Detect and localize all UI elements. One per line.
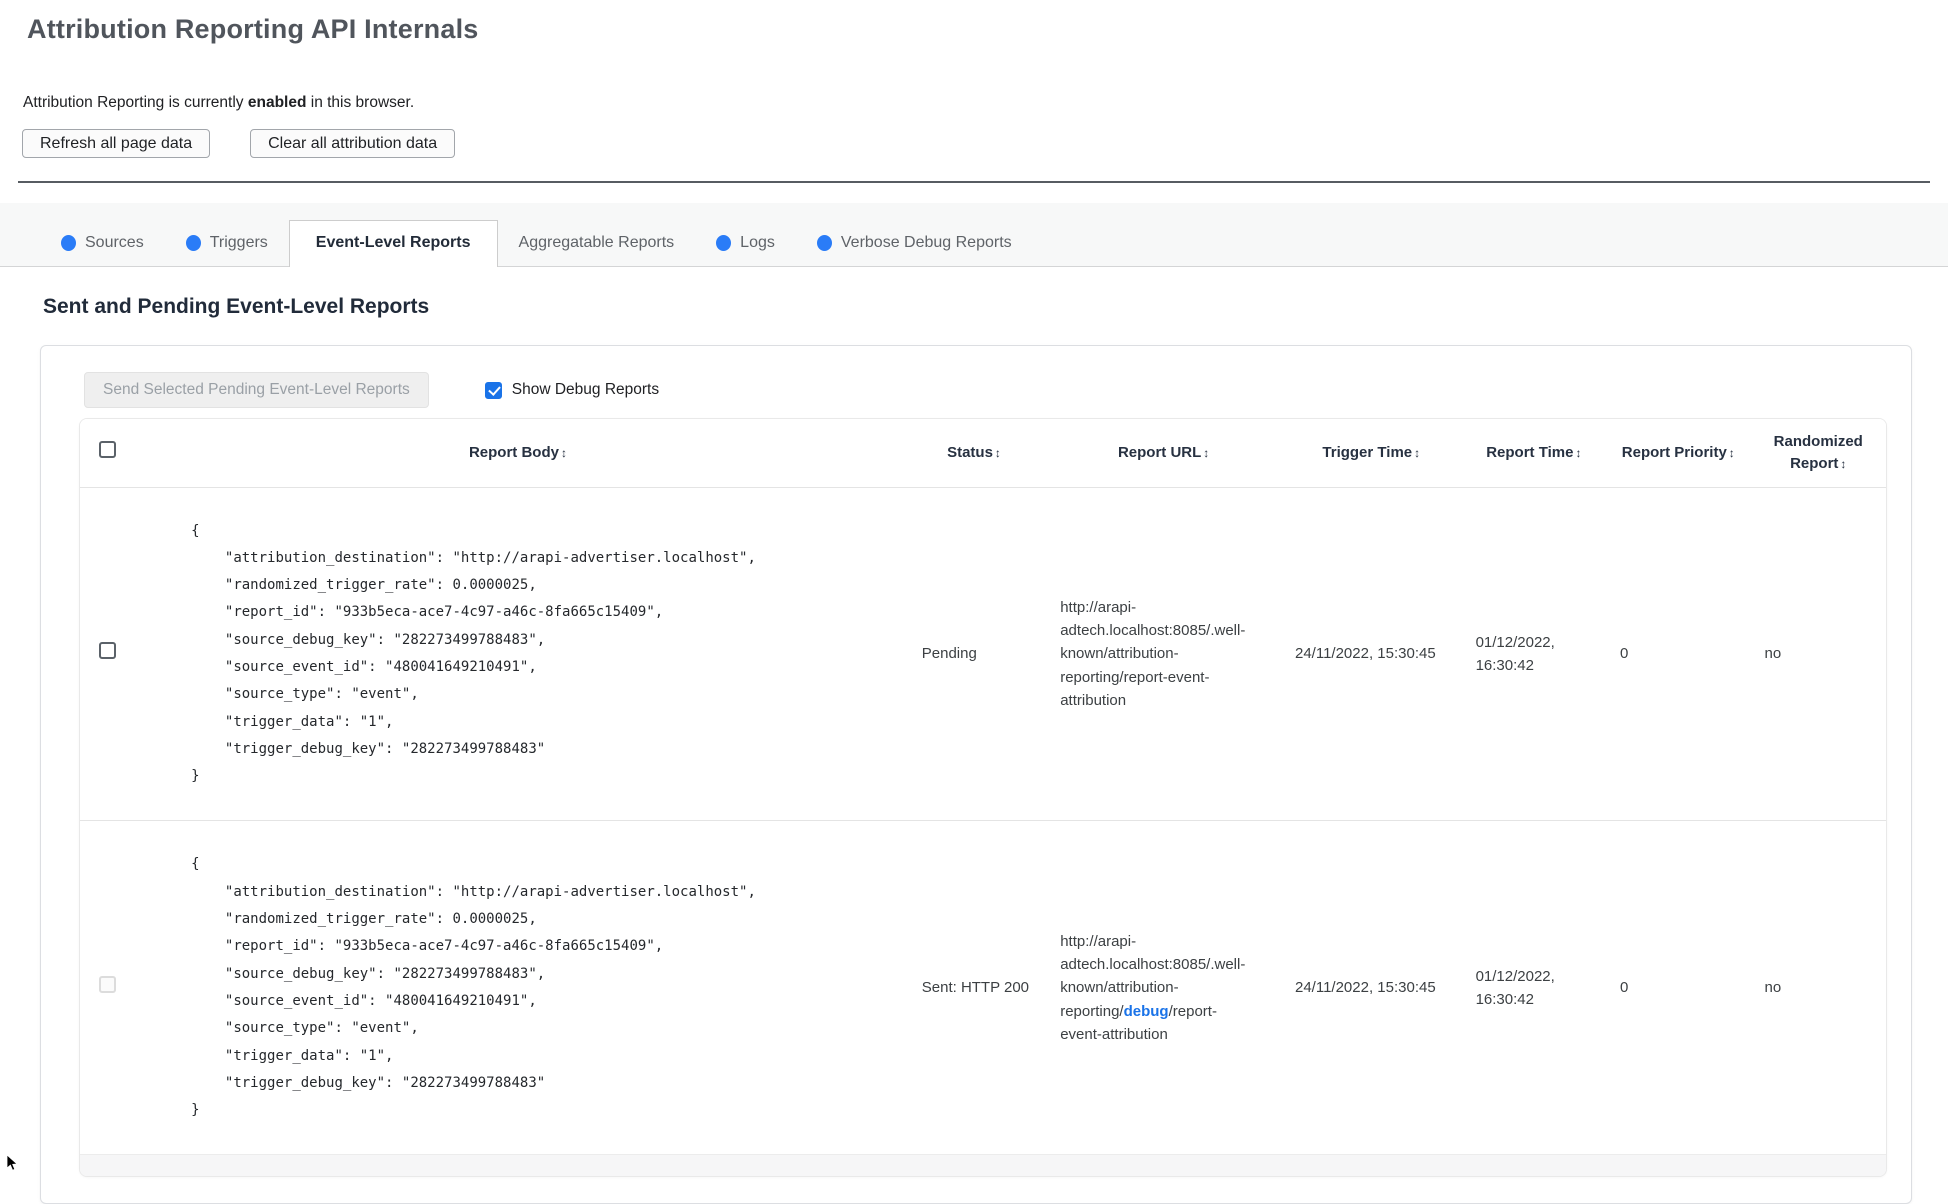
tab-label: Logs [740,234,775,251]
refresh-all-button[interactable]: Refresh all page data [22,129,211,158]
col-header-trigger-time[interactable]: Trigger Time ↕ [1280,419,1462,488]
header-divider [18,181,1930,183]
reports-panel: Send Selected Pending Event-Level Report… [40,345,1912,1204]
col-header-report-time[interactable]: Report Time ↕ [1461,419,1607,488]
blue-dot-icon [816,235,832,251]
report-row: { "attribution_destination": "http://ara… [80,487,1886,821]
section-heading: Sent and Pending Event-Level Reports [43,295,430,318]
report-url-cell: http://arapi-adtech.localhost:8085/.well… [1046,487,1281,821]
show-debug-toggle[interactable]: Show Debug Reports [484,381,660,399]
col-header-report-url[interactable]: Report URL ↕ [1046,419,1281,488]
report-time-cell: 01/12/2022, 16:30:42 [1461,820,1607,1155]
page-title: Attribution Reporting API Internals [27,14,479,44]
show-debug-label: Show Debug Reports [511,381,660,398]
show-debug-checkbox[interactable] [484,381,502,399]
blue-dot-icon [185,235,201,251]
tab-panel: Sent and Pending Event-Level Reports Sen… [0,295,1948,1204]
tab-triggers[interactable]: Triggers [165,221,289,266]
tab-label: Event-Level Reports [315,234,471,251]
col-header-report-priority[interactable]: Report Priority ↕ [1606,419,1751,488]
sort-icon: ↕ [994,445,1001,460]
col-header-select[interactable] [80,419,135,488]
col-header-report-body[interactable]: Report Body ↕ [134,419,902,488]
status-suffix: in this browser. [306,94,415,111]
sort-icon: ↕ [1575,445,1582,460]
tab-logs[interactable]: Logs [695,221,796,266]
col-header-label: Trigger Time [1322,443,1413,461]
status-cell: Pending [901,487,1047,821]
toolbar: Refresh all page data Clear all attribut… [22,129,1924,158]
page-header: Attribution Reporting API Internals Attr… [0,0,1948,158]
col-header-label: Report Time [1486,443,1574,461]
sort-icon: ↕ [1414,445,1421,460]
tab-label: Triggers [209,234,268,251]
report-url-text: http://arapi-adtech.localhost:8085/.well… [1060,598,1246,709]
table-controls: Send Selected Pending Event-Level Report… [84,372,1887,408]
report-time-cell: 01/12/2022, 16:30:42 [1461,487,1607,821]
tab-label: Aggregatable Reports [518,234,675,251]
status-prefix: Attribution Reporting is currently [23,94,248,111]
report-priority-cell: 0 [1606,487,1751,821]
clear-all-button[interactable]: Clear all attribution data [250,129,456,158]
tab-label: Verbose Debug Reports [840,234,1012,251]
sort-icon: ↕ [1840,456,1847,471]
report-body-json: { "attribution_destination": "http://ara… [191,522,756,785]
col-header-label: Status [947,443,993,461]
api-status-text: Attribution Reporting is currently enabl… [23,94,1924,112]
report-body-cell: { "attribution_destination": "http://ara… [134,487,902,821]
reports-table-card: Report Body ↕ Status ↕ Report URL ↕ Trigger Ti… [79,418,1887,1178]
sort-icon: ↕ [560,445,567,460]
tab-sources[interactable]: Sources [40,221,165,266]
report-body-json: { "attribution_destination": "http://ara… [191,856,756,1119]
row-checkbox[interactable] [98,641,116,659]
tab-label: Sources [85,234,144,251]
reports-table: Report Body ↕ Status ↕ Report URL ↕ Trigger Ti… [80,419,1886,1177]
randomized-report-cell: no [1750,820,1886,1155]
report-priority-cell: 0 [1606,820,1751,1155]
col-header-status[interactable]: Status ↕ [901,419,1047,488]
tab-aggregatable-reports[interactable]: Aggregatable Reports [498,221,696,266]
table-header-row: Report Body ↕ Status ↕ Report URL ↕ Trigger Ti… [80,419,1886,488]
sort-icon: ↕ [1203,445,1210,460]
row-select-cell [80,820,135,1155]
mouse-cursor-icon [6,1154,18,1171]
blue-dot-icon [61,235,76,251]
col-header-label: Report Priority [1621,443,1727,461]
report-row: { "attribution_destination": "http://ara… [80,820,1886,1155]
status-enabled-emphasis: enabled [247,94,307,111]
report-body-cell: { "attribution_destination": "http://ara… [134,820,902,1155]
table-footer [80,1154,1886,1177]
debug-link[interactable]: debug [1124,1003,1169,1020]
trigger-time-cell: 24/11/2022, 15:30:45 [1280,820,1462,1155]
col-header-randomized-report[interactable]: Randomized Report ↕ [1750,419,1886,488]
report-url-cell: http://arapi-adtech.localhost:8085/.well… [1046,820,1281,1155]
row-checkbox [98,975,116,993]
randomized-report-cell: no [1750,487,1886,821]
tab-verbose-debug-reports[interactable]: Verbose Debug Reports [796,221,1033,266]
blue-dot-icon [716,235,732,251]
col-header-label: Report Body [468,443,559,461]
sort-icon: ↕ [1728,445,1735,460]
send-selected-reports-button[interactable]: Send Selected Pending Event-Level Report… [84,372,429,408]
status-cell: Sent: HTTP 200 [901,820,1047,1155]
select-all-checkbox[interactable] [98,440,116,458]
tab-bar: Sources Triggers Event-Level Reports Aggreg… [0,203,1948,267]
col-header-label: Report URL [1117,443,1202,461]
trigger-time-cell: 24/11/2022, 15:30:45 [1280,487,1462,821]
col-header-label: Randomized Report [1773,433,1863,472]
tab-event-level-reports[interactable]: Event-Level Reports [288,220,498,267]
row-select-cell [80,487,135,821]
